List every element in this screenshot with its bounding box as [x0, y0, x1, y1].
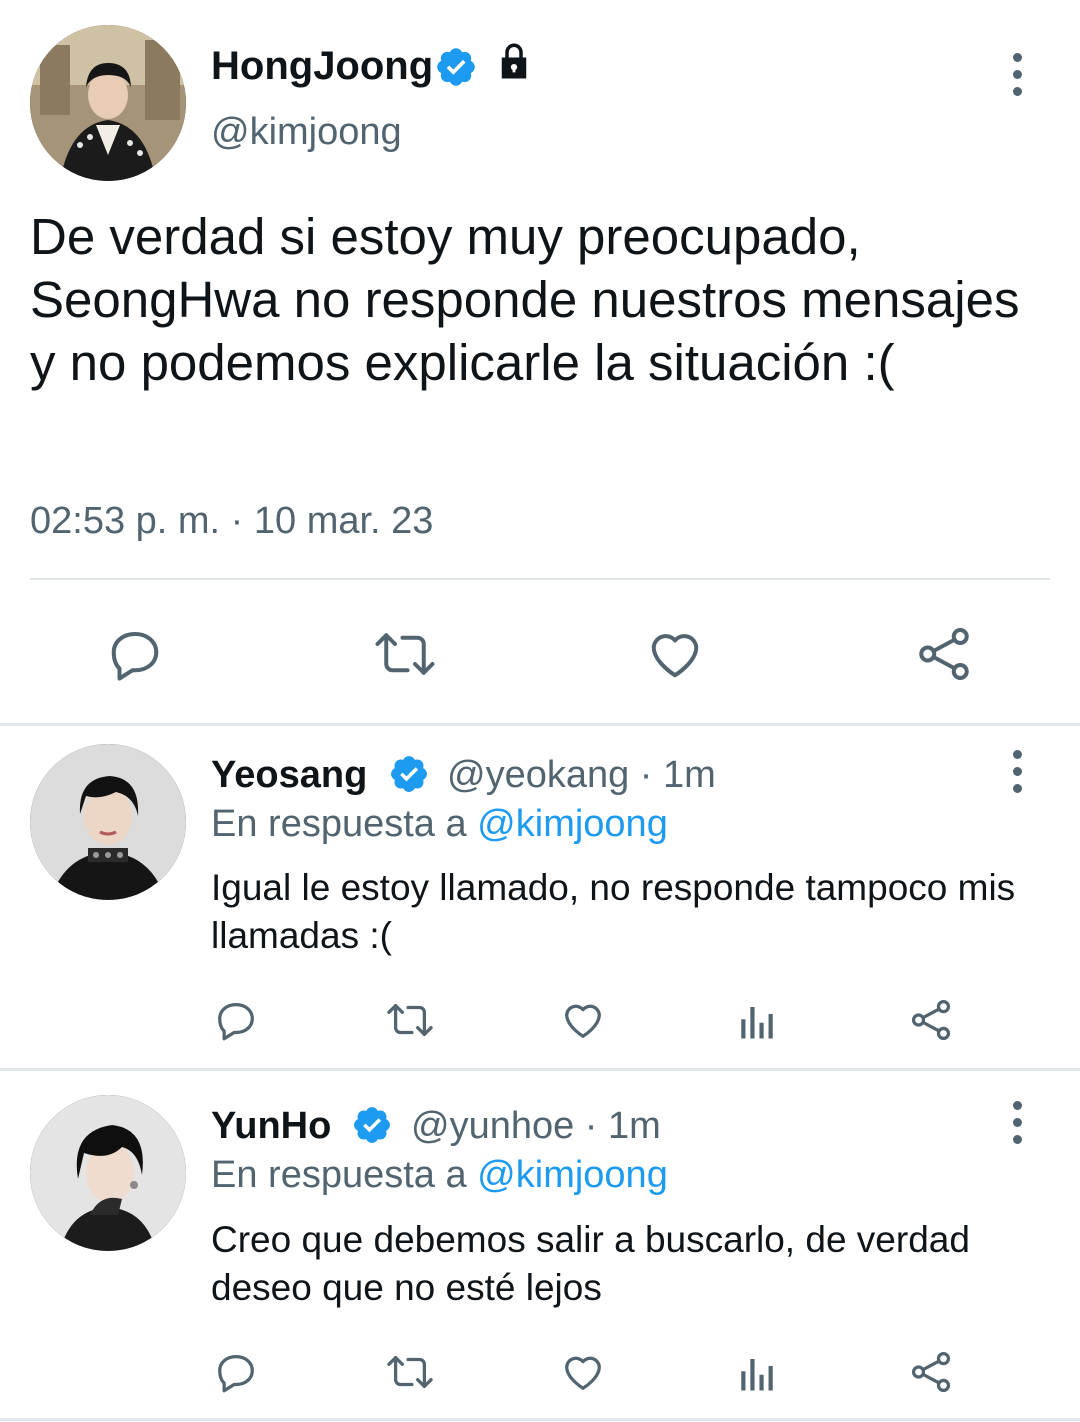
verified-badge-icon [434, 45, 478, 89]
share-icon[interactable] [914, 624, 974, 684]
retweet-icon[interactable] [384, 997, 436, 1043]
author-name[interactable]: HongJoong [211, 44, 433, 89]
author-handle[interactable]: @yunhoe · 1m [411, 1105, 661, 1148]
avatar[interactable] [30, 25, 186, 181]
more-options-icon[interactable] [997, 44, 1037, 104]
author-handle[interactable]: @kimjoong [211, 111, 402, 154]
tweet-text: Creo que debemos salir a buscarlo, de ve… [211, 1219, 970, 1308]
analytics-icon[interactable] [736, 1000, 778, 1042]
reply-icon[interactable] [213, 1349, 259, 1395]
section-divider [0, 1418, 1080, 1421]
reply-prefix: En respuesta a [211, 1154, 478, 1196]
mention-link[interactable]: @kimjoong [477, 1154, 668, 1196]
author-handle[interactable]: @yeokang · 1m [447, 754, 716, 797]
author-name[interactable]: YunHo [211, 1105, 331, 1148]
more-options-icon[interactable] [997, 741, 1037, 801]
section-divider [0, 723, 1080, 726]
tweet-text: De verdad si estoy muy preocupado, Seong… [30, 208, 1020, 391]
tweet-timestamp[interactable]: 02:53 p. m. · 10 mar. 23 [30, 500, 433, 543]
share-icon[interactable] [908, 1349, 954, 1395]
analytics-icon[interactable] [736, 1352, 778, 1394]
avatar[interactable] [30, 744, 186, 900]
reply-context: En respuesta a @kimjoong [211, 1154, 668, 1197]
share-icon[interactable] [908, 997, 954, 1043]
reply-prefix: En respuesta a [211, 803, 478, 845]
reply-context: En respuesta a @kimjoong [211, 803, 668, 846]
more-options-icon[interactable] [997, 1092, 1037, 1152]
verified-badge-icon [388, 753, 430, 795]
reply-icon[interactable] [105, 624, 165, 684]
reply-icon[interactable] [213, 997, 259, 1043]
like-icon[interactable] [560, 1349, 606, 1395]
avatar[interactable] [30, 1095, 186, 1251]
mention-link[interactable]: @kimjoong [477, 803, 668, 845]
author-name[interactable]: Yeosang [211, 754, 367, 797]
like-icon[interactable] [645, 624, 705, 684]
retweet-icon[interactable] [384, 1349, 436, 1395]
retweet-icon[interactable] [372, 624, 438, 684]
verified-badge-icon [351, 1104, 393, 1146]
divider [30, 578, 1050, 580]
like-icon[interactable] [560, 997, 606, 1043]
lock-icon [493, 40, 535, 82]
tweet-text: Igual le estoy llamado, no responde tamp… [211, 867, 1016, 956]
section-divider [0, 1068, 1080, 1071]
